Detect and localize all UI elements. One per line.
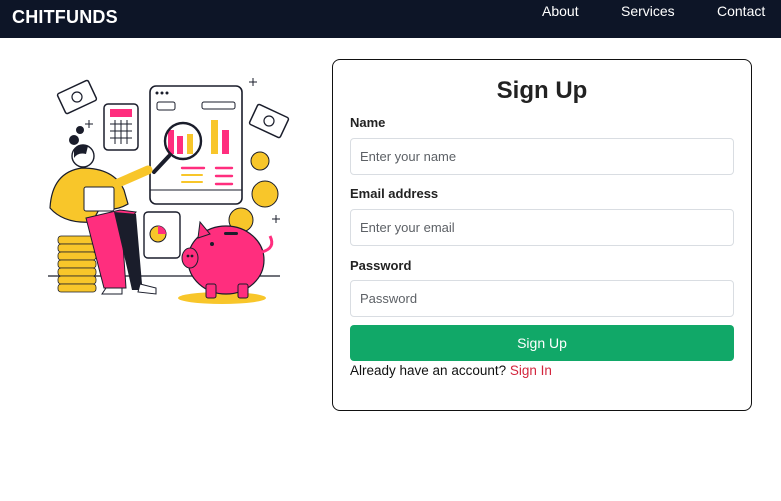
finance-illustration-svg bbox=[48, 78, 290, 304]
phone-screen-icon bbox=[149, 85, 243, 205]
page-title: Sign Up bbox=[496, 77, 588, 104]
password-input[interactable] bbox=[350, 280, 734, 317]
email-input[interactable] bbox=[350, 209, 734, 246]
nav-link-about[interactable]: About bbox=[542, 3, 579, 19]
name-input[interactable] bbox=[350, 138, 734, 175]
signin-prompt-text: Already have an account? bbox=[350, 363, 507, 378]
calculator-icon bbox=[103, 103, 139, 151]
finance-illustration bbox=[44, 72, 294, 312]
name-label: Name bbox=[350, 115, 386, 130]
nav-link-contact[interactable]: Contact bbox=[717, 3, 765, 19]
brand-logo[interactable]: CHITFUNDS bbox=[12, 7, 118, 28]
navbar: CHITFUNDS About Services Contact bbox=[0, 0, 781, 38]
password-label: Password bbox=[350, 258, 412, 273]
signup-button[interactable]: Sign Up bbox=[350, 325, 734, 361]
piggy-bank-icon bbox=[178, 220, 274, 304]
signup-card: Sign Up Name Email address Password Sign… bbox=[332, 59, 752, 411]
nav-link-services[interactable]: Services bbox=[621, 3, 675, 19]
email-label: Email address bbox=[350, 186, 439, 201]
signin-link[interactable]: Sign In bbox=[510, 363, 552, 378]
banknote-icon bbox=[56, 79, 98, 115]
signin-prompt: Already have an account? Sign In bbox=[350, 363, 552, 378]
